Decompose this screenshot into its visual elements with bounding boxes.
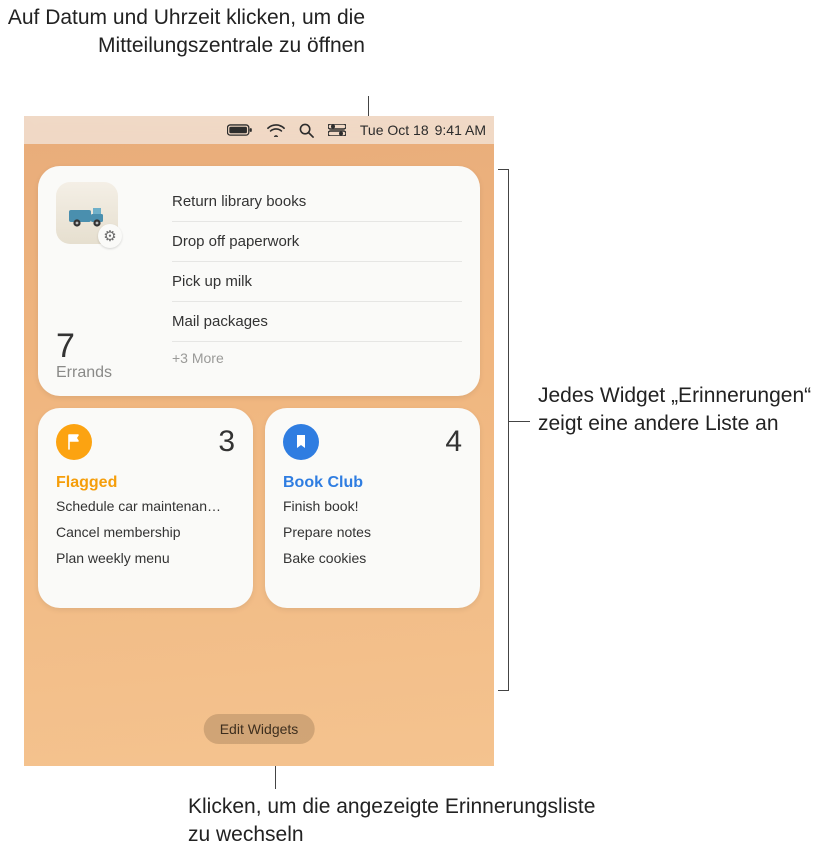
leader-line (498, 169, 509, 170)
list-item: Finish book! (283, 498, 462, 514)
flagged-count: 3 (218, 425, 235, 459)
bookclub-count: 4 (445, 425, 462, 459)
caption-right: Jedes Widget „Erinnerungen“ zeigt eine a… (538, 382, 813, 439)
gear-icon: ⚙ (98, 224, 122, 248)
more-items-label: +3 More (172, 342, 462, 366)
leader-line (275, 765, 276, 789)
menu-bar-time: 9:41 AM (435, 122, 486, 138)
list-item: Plan weekly menu (56, 550, 235, 566)
menu-bar-date: Tue Oct 18 (360, 122, 429, 138)
reminders-widget-errands[interactable]: ⚙ 7 Errands Return library books Drop of… (38, 166, 480, 396)
errands-title: Errands (56, 364, 148, 382)
list-item: Prepare notes (283, 524, 462, 540)
leader-line (508, 169, 509, 691)
list-item: Schedule car maintenan… (56, 498, 235, 514)
bookclub-title: Book Club (283, 474, 462, 492)
widget-area: ⚙ 7 Errands Return library books Drop of… (24, 144, 494, 622)
reminders-widget-bookclub[interactable]: 4 Book Club Finish book! Prepare notes B… (265, 408, 480, 608)
bookmark-icon (283, 424, 319, 460)
search-icon[interactable] (299, 123, 314, 138)
leader-line (498, 690, 509, 691)
notification-center-screenshot: Tue Oct 18 9:41 AM ⚙ 7 Errands Return (24, 116, 494, 766)
list-item: Mail packages (172, 302, 462, 342)
caption-bottom: Klicken, um die angezeigte Erinnerungsli… (188, 793, 608, 850)
caption-top: Auf Datum und Uhrzeit klicken, um die Mi… (0, 4, 365, 61)
reminders-widget-flagged[interactable]: 3 Flagged Schedule car maintenan… Cancel… (38, 408, 253, 608)
list-item: Return library books (172, 182, 462, 222)
battery-icon (227, 124, 253, 137)
edit-widgets-button[interactable]: Edit Widgets (204, 714, 315, 744)
menu-bar: Tue Oct 18 9:41 AM (24, 116, 494, 144)
control-center-icon[interactable] (328, 124, 346, 136)
flagged-title: Flagged (56, 474, 235, 492)
errands-count: 7 (56, 327, 148, 366)
leader-line (508, 421, 530, 422)
list-item: Drop off paperwork (172, 222, 462, 262)
wifi-icon (267, 124, 285, 137)
flag-icon (56, 424, 92, 460)
list-item: Bake cookies (283, 550, 462, 566)
list-item: Cancel membership (56, 524, 235, 540)
list-item: Pick up milk (172, 262, 462, 302)
menu-bar-clock[interactable]: Tue Oct 18 9:41 AM (360, 122, 486, 138)
